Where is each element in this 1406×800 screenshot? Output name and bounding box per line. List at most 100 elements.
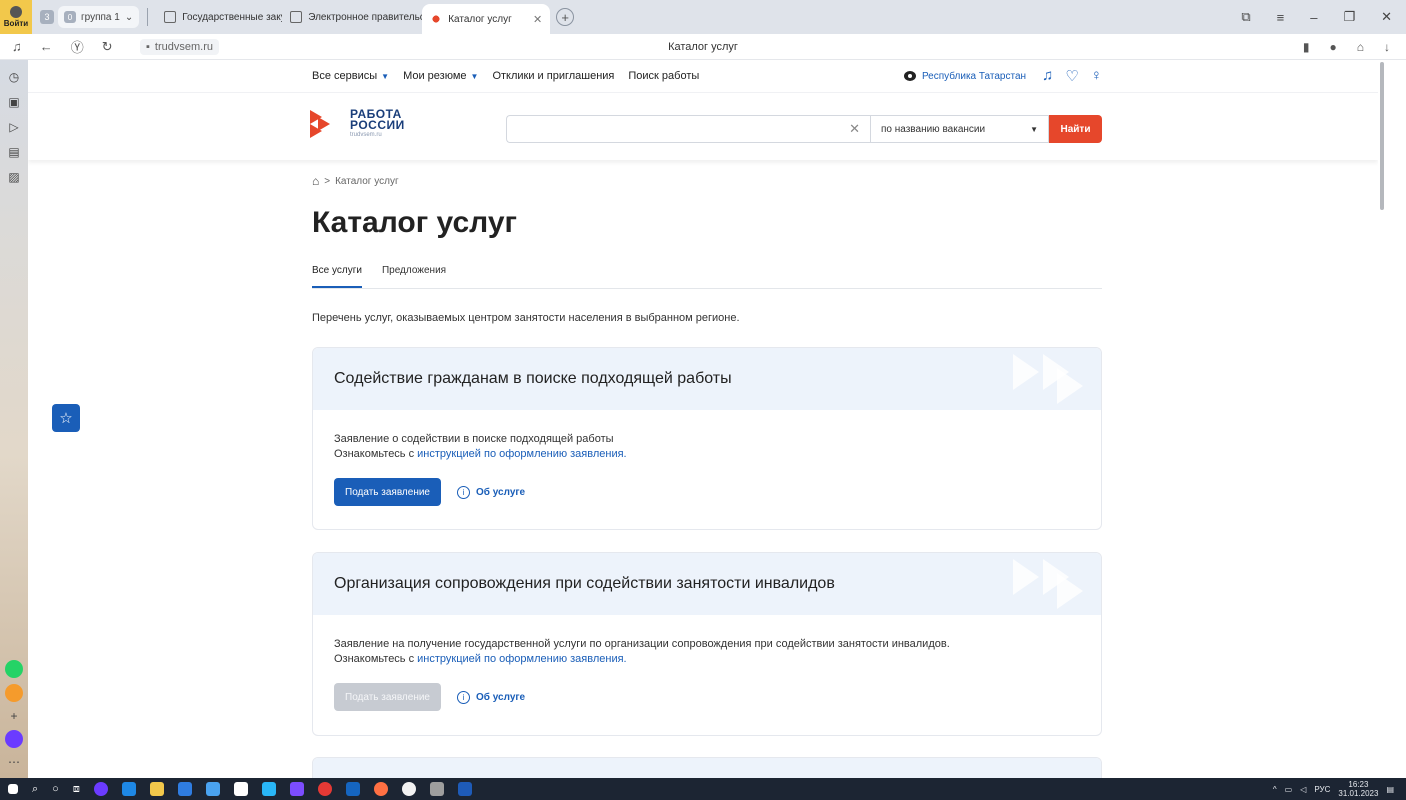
page-title: Каталог услуг: [312, 206, 518, 239]
favorite-star-button[interactable]: ☆: [52, 404, 80, 432]
nav-buttons: ♫ ← Ⓨ ↻: [0, 37, 140, 56]
whatsapp-icon[interactable]: [5, 660, 23, 678]
store-app-icon[interactable]: [205, 782, 220, 796]
share-icon[interactable]: ⌂: [1357, 40, 1364, 54]
browser-tab-egov[interactable]: Электронное правительство: [282, 4, 422, 30]
os-taskbar: ⌕ ○ ⧈ ^ ▭ ◁ РУС 16:23 31.01.2023 ▤: [0, 778, 1406, 800]
about-label: Об услуге: [476, 486, 526, 498]
collections-icon[interactable]: ▣: [6, 94, 22, 110]
tab-group[interactable]: 0 группа 1 ⌄: [58, 6, 140, 28]
nav-all-services[interactable]: Все сервисы ▼: [312, 70, 389, 82]
browser-tab-zakupki[interactable]: Государственные закупки: [156, 4, 282, 30]
scrollbar-thumb[interactable]: [1380, 62, 1384, 210]
clock[interactable]: 16:23 31.01.2023: [1338, 780, 1378, 798]
login-button[interactable]: Войти: [0, 0, 32, 34]
extension-icon[interactable]: ●: [1330, 40, 1337, 54]
search-icon[interactable]: ⌕: [32, 783, 38, 796]
eye-icon[interactable]: [903, 71, 916, 81]
instruction-link[interactable]: инструкцией по оформлению заявления.: [417, 448, 626, 460]
yandex-app-icon[interactable]: [317, 782, 332, 796]
close-window-icon[interactable]: ✕: [1381, 9, 1392, 25]
notes-icon[interactable]: ▤: [6, 144, 22, 160]
nav-my-resumes[interactable]: Мои резюме ▼: [403, 70, 478, 82]
add-app-icon[interactable]: +: [6, 708, 22, 724]
profile-icon[interactable]: ♀: [1091, 67, 1102, 85]
tab-title: Государственные закупки: [182, 11, 282, 23]
logo-text: РАБОТА РОССИИ trudvsem.ru: [350, 108, 405, 139]
search-button[interactable]: Найти: [1049, 115, 1102, 143]
nav-job-search[interactable]: Поиск работы: [628, 70, 699, 82]
clear-icon[interactable]: ✕: [849, 121, 860, 137]
region-selector[interactable]: Республика Татарстан: [903, 71, 1026, 82]
volume-icon[interactable]: ◁: [1300, 785, 1306, 794]
yandex-browser-app-icon[interactable]: [401, 782, 416, 796]
download-icon[interactable]: ↓: [1384, 40, 1390, 54]
edge-app-icon[interactable]: [345, 782, 360, 796]
app-icon[interactable]: [289, 782, 304, 796]
intro-text: Перечень услуг, оказываемых центром заня…: [312, 312, 740, 324]
instruction-link[interactable]: инструкцией по оформлению заявления.: [417, 653, 626, 665]
more-icon[interactable]: ⋯: [6, 754, 22, 770]
yandex-icon[interactable]: Ⓨ: [71, 37, 84, 56]
explorer-app-icon[interactable]: [149, 782, 164, 796]
decor-arrows-icon: [1013, 354, 1093, 404]
network-icon[interactable]: ▭: [1285, 785, 1293, 794]
mail-app-icon[interactable]: [233, 782, 248, 796]
reload-icon[interactable]: ↻: [102, 39, 113, 55]
market-icon[interactable]: [5, 684, 23, 702]
outlook-app-icon[interactable]: [177, 782, 192, 796]
sync-icon[interactable]: ≡: [1277, 10, 1285, 25]
language-indicator[interactable]: РУС: [1314, 785, 1330, 794]
apply-button[interactable]: Подать заявление: [334, 478, 441, 506]
document-icon: [290, 11, 303, 23]
user-icon: [10, 6, 22, 18]
home-icon[interactable]: ⌂: [312, 174, 319, 188]
cortana-icon[interactable]: ○: [52, 783, 59, 795]
gallery-icon[interactable]: ▨: [6, 169, 22, 185]
back-icon[interactable]: ←: [40, 39, 53, 54]
logo-line2: РОССИИ: [350, 118, 405, 132]
about-service-link[interactable]: i Об услуге: [457, 485, 526, 499]
heart-icon[interactable]: ♡: [1065, 67, 1078, 85]
about-service-link[interactable]: i Об услуге: [457, 690, 525, 704]
ie-app-icon[interactable]: [121, 782, 136, 796]
nav-responses[interactable]: Отклики и приглашения: [492, 70, 614, 82]
app-icon[interactable]: [429, 782, 444, 796]
search-input[interactable]: ✕: [506, 115, 870, 143]
breadcrumb: ⌂ > Каталог услуг: [312, 174, 399, 188]
bookmark-icon[interactable]: ▮: [1303, 40, 1310, 54]
history-icon[interactable]: ◷: [6, 69, 22, 85]
task-view-icon[interactable]: ⧈: [73, 783, 80, 796]
tray-expand-icon[interactable]: ^: [1273, 785, 1277, 794]
browser-tab-catalog[interactable]: Каталог услуг ✕: [422, 4, 551, 34]
tab-count-badge[interactable]: 3: [40, 10, 54, 24]
user-actions: ♫ ♡ ♀: [1042, 67, 1102, 85]
search-mode-select[interactable]: по названию вакансии ▼: [870, 115, 1049, 143]
document-icon: [164, 11, 177, 23]
app-icon[interactable]: [261, 782, 276, 796]
url-field[interactable]: ▪ trudvsem.ru: [140, 38, 219, 55]
word-app-icon[interactable]: [457, 782, 472, 796]
bell-icon[interactable]: ♫: [1042, 67, 1053, 85]
site-favicon-icon: [430, 13, 443, 25]
nav-label: Мои резюме: [403, 70, 467, 82]
maximize-icon[interactable]: ❐: [1343, 9, 1355, 25]
page-scrollbar[interactable]: [1378, 60, 1386, 778]
tab-offers[interactable]: Предложения: [382, 265, 446, 288]
notifications-icon[interactable]: ▤: [1386, 785, 1394, 794]
alice-icon[interactable]: [5, 730, 23, 748]
minimize-icon[interactable]: –: [1310, 10, 1317, 25]
new-tab-button[interactable]: +: [556, 8, 575, 26]
close-tab-icon[interactable]: ✕: [533, 13, 542, 26]
service-tabs: Все услуги Предложения: [312, 265, 1102, 289]
bell-icon[interactable]: ♫: [12, 39, 22, 54]
alice-app-icon[interactable]: [93, 782, 108, 796]
site-logo[interactable]: РАБОТА РОССИИ trudvsem.ru: [310, 108, 405, 139]
windows-start-icon[interactable]: [8, 784, 18, 794]
play-icon[interactable]: ▷: [6, 119, 22, 135]
tabs-icon[interactable]: ⧉: [1241, 9, 1250, 25]
nav-label: Все сервисы: [312, 70, 378, 82]
tab-all-services[interactable]: Все услуги: [312, 265, 362, 288]
firefox-app-icon[interactable]: [373, 782, 388, 796]
hint-prefix: Ознакомьтесь с: [334, 448, 418, 460]
